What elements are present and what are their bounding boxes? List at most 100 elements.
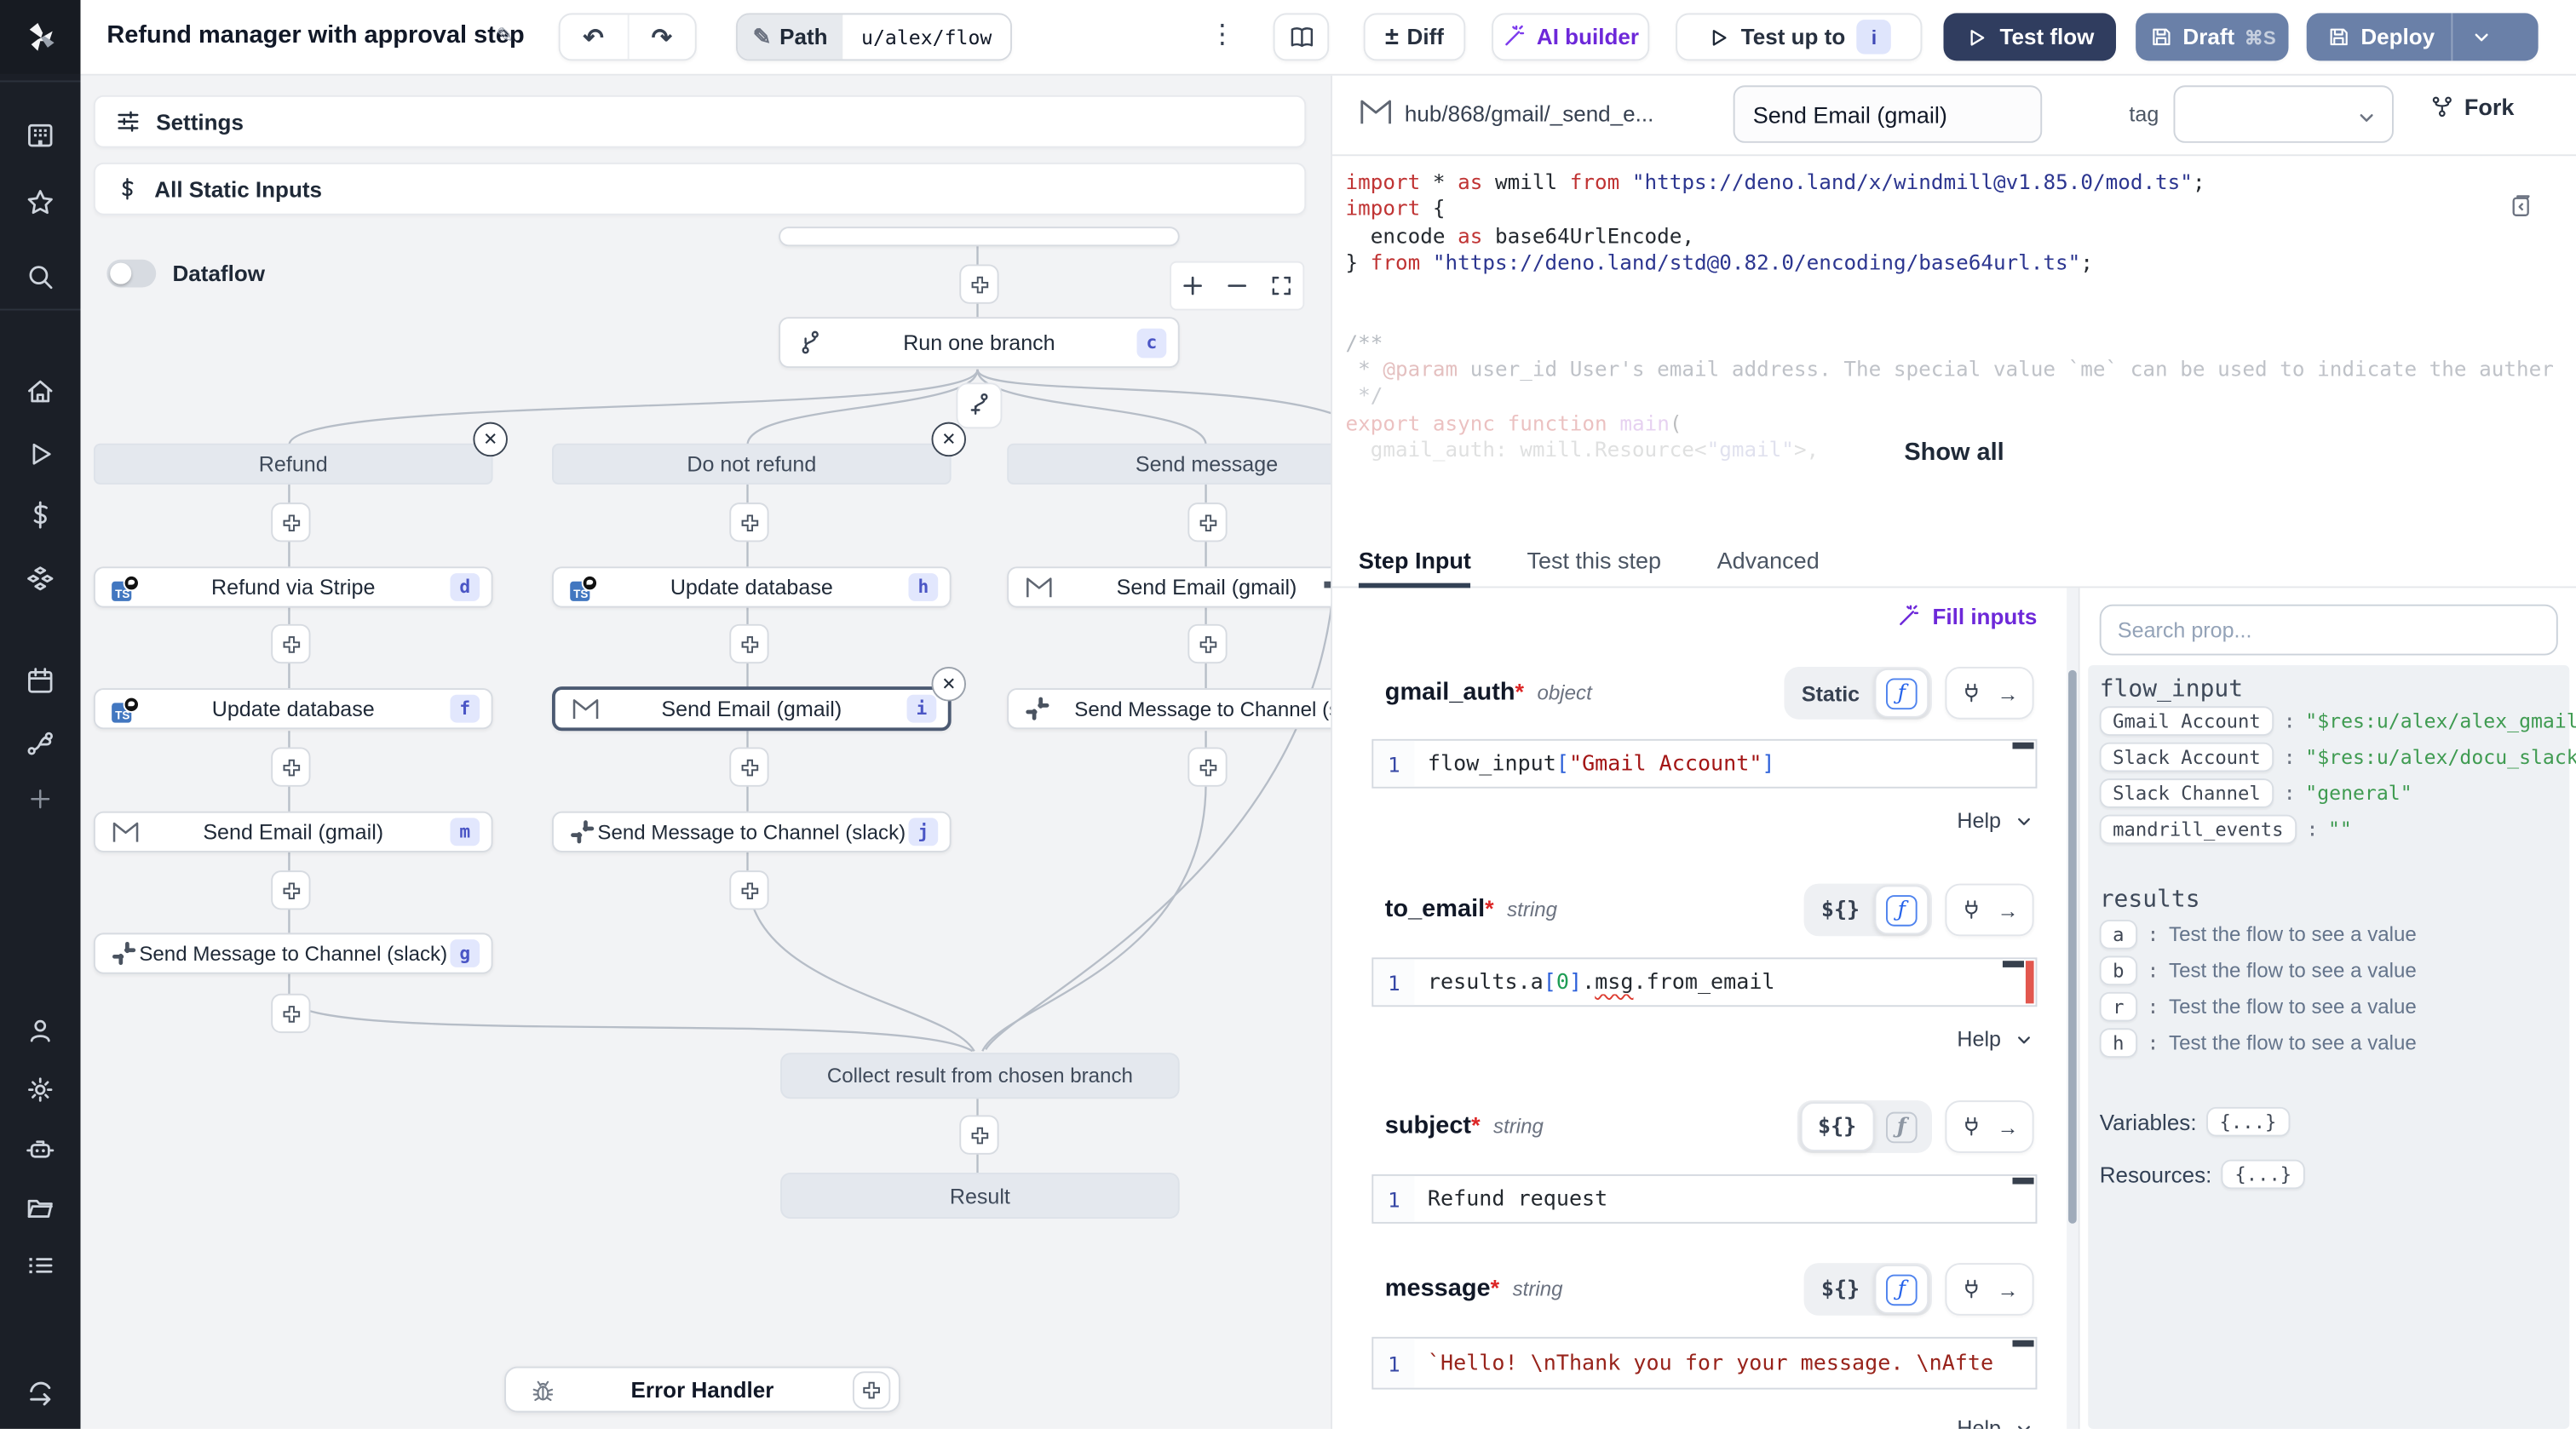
mode-expression[interactable]: ƒ [1874,668,1929,718]
search-prop-input[interactable] [2099,604,2558,656]
add-step-button[interactable] [959,264,999,304]
mode-expression[interactable]: ƒ [1874,1110,1929,1143]
variables-dollar-icon[interactable] [0,490,80,539]
add-error-handler-button[interactable] [852,1370,891,1409]
add-step-button[interactable] [729,870,769,910]
draft-button[interactable]: Draft ⌘S [2136,13,2289,61]
message-editor[interactable]: 1 `Hello! \nThank you for your message. … [1371,1336,2038,1390]
help-toggle[interactable]: Help [1957,808,2033,833]
show-all-code-button[interactable]: Show all [1332,439,2576,467]
plug-icon[interactable] [1960,898,1983,921]
collect-result-node[interactable]: Collect result from chosen branch [780,1053,1180,1099]
add-step-button[interactable] [729,502,769,542]
subject-editor[interactable]: 1 Refund request [1371,1174,2038,1224]
result-node[interactable]: Result [780,1172,1180,1219]
add-step-button[interactable] [1187,623,1228,664]
undo-button[interactable]: ↶ [561,14,629,60]
plug-icon[interactable] [1960,1277,1983,1300]
workspace-icon[interactable] [0,110,80,159]
fit-view-icon[interactable] [1269,274,1292,297]
add-step-button[interactable] [271,993,311,1034]
test-flow-button[interactable]: Test flow [1943,13,2116,61]
add-step-button[interactable] [729,623,769,664]
run-one-branch-node[interactable]: Run one branch c [779,317,1180,368]
resources-cubes-icon[interactable] [0,554,80,603]
flow-input-row[interactable]: Slack Channel: "general" [2099,778,2412,808]
add-step-button[interactable] [271,623,311,664]
flow-input-row[interactable]: Slack Account: "$res:u/alex/docu_slack" [2099,742,2576,772]
fill-inputs-button[interactable]: Fill inputs [1896,605,2037,629]
step-node-refund-via-stripe[interactable]: TS Refund via Stripe d [93,566,493,608]
home-icon[interactable] [0,366,80,416]
step-node-send-email-i-selected[interactable]: Send Email (gmail) i [551,686,952,732]
add-step-button[interactable] [271,870,311,910]
remove-branch-icon[interactable]: ✕ [931,422,966,457]
step-code-preview[interactable]: import * as wmill from "https://deno.lan… [1332,156,2576,534]
to-email-editor[interactable]: 1 results.a[0]. msg .from_email [1371,957,2038,1007]
add-step-button[interactable] [729,747,769,787]
flow-settings-bar[interactable]: Settings [93,95,1307,148]
step-node-update-database-f[interactable]: TS Update database f [93,688,493,730]
arrow-right-icon[interactable]: → [1997,1115,2018,1139]
add-step-button[interactable] [271,502,311,542]
help-toggle[interactable]: Help [1957,1026,2033,1051]
schedules-calendar-icon[interactable] [0,655,80,704]
user-icon[interactable] [0,1005,80,1054]
branch-header-refund[interactable]: Refund [93,443,493,485]
edit-title-pencil-icon[interactable]: ✎ [496,23,514,49]
flow-canvas[interactable]: Settings All Static Inputs Dataflow Run … [80,73,1333,1429]
step-node-send-message-j[interactable]: Send Message to Channel (slack) j [551,811,952,852]
tag-select[interactable] [2173,85,2394,143]
logs-list-icon[interactable] [0,1240,80,1289]
tab-test-this-step[interactable]: Test this step [1527,534,1661,587]
step-node-send-message-branch3[interactable]: Send Message to Channel (slack [1007,688,1331,730]
branch-header-do-not-refund[interactable]: Do not refund [551,443,952,485]
diff-button[interactable]: ± Diff [1363,13,1466,61]
step-panel-scrollbar[interactable] [2067,588,2079,1429]
mode-static[interactable]: Static [1787,680,1875,705]
windmill-logo[interactable] [0,0,81,74]
dataflow-toggle[interactable] [106,259,157,288]
workers-robot-icon[interactable] [0,1123,80,1173]
flow-title[interactable]: Refund manager with approval step [106,21,524,49]
all-static-inputs-bar[interactable]: All Static Inputs [93,162,1307,215]
step-node-send-email-m[interactable]: Send Email (gmail) m [93,811,493,852]
arrow-right-icon[interactable]: → [1997,680,2018,705]
more-menu-kebab-icon[interactable]: ⋮ [1209,18,1235,51]
add-plus-icon[interactable] [0,773,80,823]
mode-expression[interactable]: ƒ [1874,885,1929,935]
plug-icon[interactable] [1960,681,1983,704]
help-toggle[interactable]: Help [1957,1415,2033,1429]
path-value[interactable]: u/alex/flow [842,14,1011,60]
deploy-dropdown-chevron[interactable] [2452,13,2509,60]
add-branch-icon[interactable] [956,382,1003,429]
plug-icon[interactable] [1960,1115,1983,1138]
hub-script-path[interactable]: hub/868/gmail/_send_e... [1405,102,1720,127]
flows-route-icon[interactable] [0,718,80,767]
favorites-star-icon[interactable] [0,177,80,227]
settings-gear-icon[interactable] [0,1065,80,1114]
remove-branch-icon[interactable]: ✕ [473,422,508,457]
step-node-send-message-g[interactable]: Send Message to Channel (slack) g [93,933,493,974]
resources-row[interactable]: Resources: {...} [2100,1159,2305,1190]
copy-code-icon[interactable] [2507,192,2533,221]
variables-row[interactable]: Variables: {...} [2100,1106,2290,1137]
arrow-right-icon[interactable]: → [1997,1277,2018,1301]
fork-button[interactable]: Fork [2429,94,2514,120]
add-step-button[interactable] [959,1115,999,1155]
docs-book-button[interactable] [1273,13,1330,61]
search-icon[interactable] [0,251,80,301]
path-button[interactable]: ✎ Path u/alex/flow [735,13,1012,61]
add-step-button[interactable] [1187,747,1228,787]
branch-header-send-message[interactable]: Send message [1007,443,1331,485]
zoom-in-icon[interactable] [1182,274,1205,297]
add-step-button[interactable] [271,747,311,787]
tab-step-input[interactable]: Step Input [1358,534,1472,588]
mode-template[interactable]: ${} [1806,898,1874,922]
deploy-button[interactable]: Deploy [2306,13,2539,61]
step-node-update-database-h[interactable]: TS Update database h [551,566,952,608]
result-row[interactable]: h: Test the flow to see a value [2099,1028,2417,1058]
result-row[interactable]: b: Test the flow to see a value [2099,956,2417,986]
mode-template[interactable]: ${} [1806,1277,1874,1301]
remove-step-icon[interactable]: ✕ [931,666,966,702]
